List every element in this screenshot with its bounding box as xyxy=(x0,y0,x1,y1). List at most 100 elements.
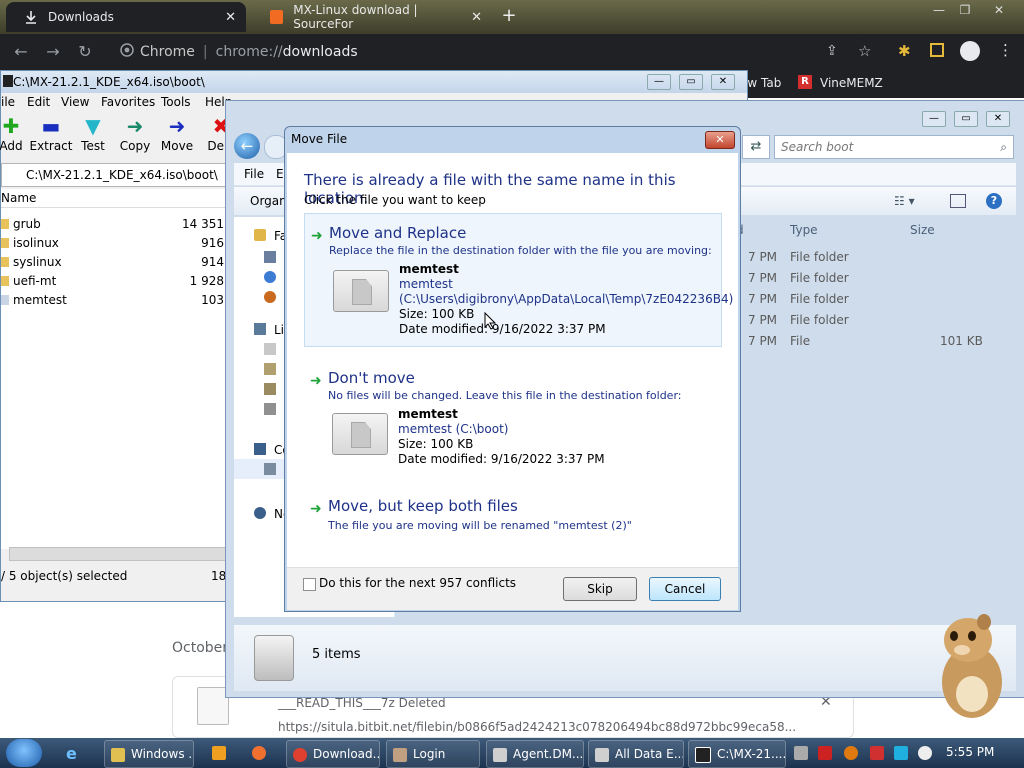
file-link[interactable]: memtest (C:\boot) xyxy=(398,422,508,436)
view-options-icon[interactable]: ☷ ▾ xyxy=(894,187,915,215)
user-icon xyxy=(393,747,407,762)
table-row[interactable]: 7 PM File 101 KB xyxy=(706,331,1006,352)
option-title: Don't move xyxy=(328,369,415,387)
horizontal-scrollbar[interactable] xyxy=(9,547,228,561)
new-tab-button[interactable]: + xyxy=(498,6,520,28)
table-row[interactable]: 7 PM File folder xyxy=(706,247,1006,268)
taskbar-item-login[interactable]: Login xyxy=(386,740,480,768)
menu-tools[interactable]: Tools xyxy=(161,95,191,109)
download-url[interactable]: https://situla.bitbit.net/filebin/b0866f… xyxy=(278,720,796,734)
table-row[interactable]: 7 PM File folder xyxy=(706,268,1006,289)
cancel-button[interactable]: Cancel xyxy=(649,577,721,601)
network-icon[interactable] xyxy=(894,746,908,760)
apply-to-all-checkbox[interactable] xyxy=(303,578,316,591)
minimize-icon[interactable]: — xyxy=(647,74,671,90)
close-icon[interactable]: ✕ xyxy=(986,111,1010,127)
share-icon[interactable]: ⇪ xyxy=(826,43,838,59)
file-path[interactable]: (C:\Users\digibrony\AppData\Local\Temp\7… xyxy=(399,292,733,306)
menu-edit[interactable]: Edit xyxy=(27,95,50,109)
list-item[interactable]: uefi-mt 1 928 xyxy=(1,272,226,291)
tray-icon[interactable] xyxy=(844,746,858,760)
taskbar-clock[interactable]: 5:55 PM xyxy=(946,745,994,759)
extract-button[interactable]: ▬ Extract xyxy=(27,113,75,153)
test-button[interactable]: ▼ Test xyxy=(69,113,117,153)
close-tab-icon[interactable]: ✕ xyxy=(225,10,236,25)
maximize-icon[interactable]: ❐ xyxy=(952,0,978,20)
move-and-replace-option[interactable]: ➜ Move and Replace Replace the file in t… xyxy=(304,213,733,347)
taskbar-item-7zip[interactable]: C:\MX-21.... xyxy=(688,740,786,768)
back-icon[interactable]: ← xyxy=(10,42,32,62)
column-header-type[interactable]: Type xyxy=(790,219,818,241)
reload-icon[interactable]: ↻ xyxy=(74,42,96,62)
bookmark-star-icon[interactable]: ☆ xyxy=(858,42,871,60)
close-tab-icon[interactable]: ✕ xyxy=(471,10,482,25)
tab-sourceforge[interactable]: MX-Linux download | SourceFor ✕ xyxy=(252,2,492,32)
menu-file[interactable]: ile xyxy=(1,95,15,109)
7zip-file-list: Name grub 14 351 isolinux 916 syslinux 9… xyxy=(1,189,228,561)
chrome-icon xyxy=(293,747,307,762)
download-filename[interactable]: ___READ_THIS___7z Deleted xyxy=(278,696,446,710)
internet-explorer-icon[interactable]: e xyxy=(66,744,77,763)
maximize-icon[interactable]: ▭ xyxy=(679,74,703,90)
taskbar-item-windows[interactable]: Windows ... xyxy=(104,740,194,768)
search-input[interactable]: Search boot ⌕ xyxy=(774,135,1014,159)
menu-favorites[interactable]: Favorites xyxy=(101,95,155,109)
table-row[interactable]: 7 PM File folder xyxy=(706,310,1006,331)
minimize-icon[interactable]: — xyxy=(922,111,946,127)
paint-icon[interactable] xyxy=(252,746,266,760)
folder-icon xyxy=(1,219,9,229)
keep-both-option[interactable]: ➜ Move, but keep both files The file you… xyxy=(304,487,720,541)
path-text: C:\MX-21.2.1_KDE_x64.iso\boot\ xyxy=(26,168,218,182)
dont-move-option[interactable]: ➜ Don't move No files will be changed. L… xyxy=(304,359,720,489)
computer-icon xyxy=(254,443,266,455)
start-button[interactable] xyxy=(6,739,42,767)
column-header-name[interactable]: Name xyxy=(1,189,226,208)
table-row[interactable]: 7 PM File folder xyxy=(706,289,1006,310)
refresh-icon[interactable]: ⇄ xyxy=(742,135,770,159)
sidepanel-icon[interactable] xyxy=(930,43,944,57)
move-button[interactable]: ➜ Move xyxy=(153,113,201,153)
menu-edit[interactable]: E xyxy=(276,163,284,185)
item-name: uefi-mt xyxy=(13,274,57,288)
menu-icon[interactable]: ⋮ xyxy=(998,41,1013,59)
bookmark-vinememz[interactable]: VineMEMZ xyxy=(820,76,883,90)
maximize-icon[interactable]: ▭ xyxy=(954,111,978,127)
file-link[interactable]: memtest xyxy=(399,277,453,291)
close-icon[interactable]: ✕ xyxy=(711,74,735,90)
taskbar-item-agent[interactable]: Agent.DM... xyxy=(486,740,584,768)
flag-icon[interactable] xyxy=(870,746,884,760)
volume-icon[interactable] xyxy=(918,746,932,760)
media-player-icon[interactable] xyxy=(212,746,226,760)
close-icon[interactable]: ✕ xyxy=(986,0,1012,20)
close-icon[interactable]: ✕ xyxy=(705,131,735,149)
taskbar-item-all-data[interactable]: All Data E... xyxy=(588,740,684,768)
menu-file[interactable]: File xyxy=(244,163,264,185)
profile-avatar[interactable] xyxy=(960,41,980,61)
file-size: Size: 100 KB xyxy=(399,307,475,321)
list-item[interactable]: grub 14 351 xyxy=(1,215,226,234)
list-item[interactable]: memtest 103 xyxy=(1,291,226,310)
list-item[interactable]: syslinux 914 xyxy=(1,253,226,272)
tray-icon[interactable] xyxy=(794,746,808,760)
folder-icon xyxy=(1,257,9,267)
minimize-icon[interactable]: — xyxy=(926,0,952,20)
help-icon[interactable]: ? xyxy=(986,193,1002,209)
tray-icon[interactable] xyxy=(818,746,832,760)
organize-button[interactable]: Organ xyxy=(250,187,287,215)
menu-view[interactable]: View xyxy=(61,95,89,109)
desktop-icon xyxy=(264,251,276,263)
taskbar-item-chrome[interactable]: Download... xyxy=(286,740,380,768)
skip-button[interactable]: Skip xyxy=(563,577,637,601)
forward-icon[interactable]: → xyxy=(42,42,64,62)
list-item[interactable]: isolinux 916 xyxy=(1,234,226,253)
preview-pane-icon[interactable] xyxy=(950,194,966,208)
copy-button[interactable]: ➜ Copy xyxy=(111,113,159,153)
address-bar[interactable]: Chrome | chrome:// downloads xyxy=(110,38,870,66)
tab-downloads[interactable]: Downloads ✕ xyxy=(6,2,246,32)
extensions-icon[interactable]: ✱ xyxy=(898,42,911,60)
checkbox-label[interactable]: Do this for the next 957 conflicts xyxy=(319,576,516,590)
7zip-path-field[interactable]: C:\MX-21.2.1_KDE_x64.iso\boot\ xyxy=(1,163,228,187)
column-header-size[interactable]: Size xyxy=(910,219,935,241)
folder-icon xyxy=(1,238,9,248)
back-icon[interactable]: ← xyxy=(234,133,260,159)
